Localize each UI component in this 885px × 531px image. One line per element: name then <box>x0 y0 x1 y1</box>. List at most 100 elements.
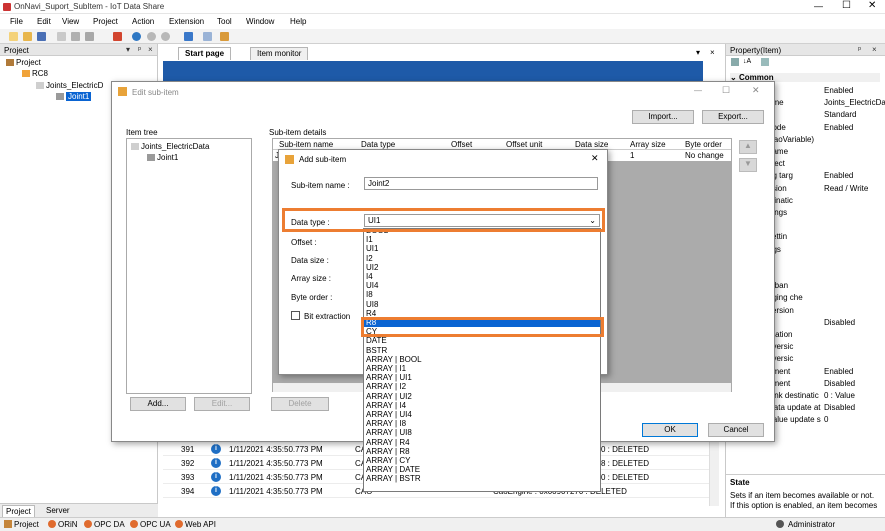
close-panel-icon[interactable]: × <box>872 45 877 54</box>
sort-az-icon[interactable]: ↓A <box>743 58 751 65</box>
data-type-option[interactable]: ARRAY | UI2 <box>364 392 600 401</box>
menu-edit[interactable]: Edit <box>37 17 51 26</box>
pin-icon[interactable]: ▾ <box>126 45 130 54</box>
status-opc-da[interactable]: OPC DA <box>94 520 125 529</box>
delete-button[interactable]: Delete <box>271 397 329 411</box>
close-button[interactable]: ✕ <box>868 0 876 11</box>
property-pages-icon[interactable] <box>761 58 769 66</box>
menu-file[interactable]: File <box>10 17 23 26</box>
tab-close-icon[interactable]: × <box>710 48 715 57</box>
pause-icon[interactable] <box>147 32 156 41</box>
property-name[interactable]: Link destinatic <box>768 391 819 400</box>
data-type-option[interactable]: ARRAY | R8 <box>364 447 600 456</box>
status-orin[interactable]: ORiN <box>58 520 78 529</box>
property-value[interactable]: Joints_ElectricData(Jo <box>824 98 885 107</box>
property-value[interactable]: 0 : Value <box>824 391 855 400</box>
log-scrollbar[interactable] <box>709 442 719 506</box>
data-type-option[interactable]: ARRAY | UI8 <box>364 428 600 437</box>
tab-server[interactable]: Server <box>46 506 70 515</box>
property-name[interactable]: Data update at <box>768 403 820 412</box>
chat-icon[interactable] <box>203 32 212 41</box>
data-type-option[interactable]: ARRAY | UI4 <box>364 410 600 419</box>
new-icon[interactable] <box>9 32 18 41</box>
move-down-button[interactable]: ▼ <box>739 158 757 172</box>
subitem-name-input[interactable]: Joint2 <box>364 177 598 190</box>
status-opc-ua[interactable]: OPC UA <box>140 520 171 529</box>
tab-start-page[interactable]: Start page <box>178 47 232 60</box>
toolbox-icon[interactable] <box>113 32 122 41</box>
close-panel-icon[interactable]: × <box>148 45 153 54</box>
play-icon[interactable] <box>132 32 141 41</box>
tab-dropdown-icon[interactable]: ▾ <box>696 48 700 57</box>
property-name[interactable]: Value update s <box>768 415 821 424</box>
data-type-option[interactable]: UI2 <box>364 263 600 272</box>
data-type-option[interactable]: ARRAY | I4 <box>364 401 600 410</box>
export-button[interactable]: Export... <box>702 110 764 124</box>
menu-extension[interactable]: Extension <box>169 17 204 26</box>
data-type-option[interactable]: I4 <box>364 272 600 281</box>
property-value[interactable]: Read / Write <box>824 184 868 193</box>
tab-item-monitor[interactable]: Item monitor <box>250 47 309 60</box>
ok-button[interactable]: OK <box>642 423 698 437</box>
bit-extraction-checkbox[interactable] <box>291 311 300 320</box>
tree-item-joints[interactable]: Joints_ElectricData <box>131 142 209 151</box>
tree-item-joint1[interactable]: Joint1 <box>147 153 178 162</box>
property-value[interactable]: Enabled <box>824 367 853 376</box>
tree-item-joint1[interactable]: Joint1 <box>56 92 92 101</box>
data-type-option[interactable]: ARRAY | I8 <box>364 419 600 428</box>
property-value[interactable]: Disabled <box>824 318 855 327</box>
cancel-button[interactable]: Cancel <box>708 423 764 437</box>
save-icon[interactable] <box>37 32 46 41</box>
data-type-option[interactable]: UI4 <box>364 281 600 290</box>
menu-action[interactable]: Action <box>132 17 154 26</box>
maximize-button[interactable]: ☐ <box>722 85 730 96</box>
tree-item-rc8[interactable]: RC8 <box>22 69 48 78</box>
edit-button[interactable]: Edit... <box>194 397 250 411</box>
data-type-option[interactable]: DATE <box>364 336 600 345</box>
menu-view[interactable]: View <box>62 17 79 26</box>
data-type-option[interactable]: ARRAY | R4 <box>364 438 600 447</box>
data-type-option[interactable]: BSTR <box>364 346 600 355</box>
minimize-button[interactable]: — <box>694 86 702 95</box>
property-value[interactable]: Enabled <box>824 86 853 95</box>
menu-window[interactable]: Window <box>246 17 274 26</box>
close-button[interactable]: ✕ <box>752 85 760 96</box>
pin2-icon[interactable]: ᵖ <box>138 45 141 54</box>
property-value[interactable]: Standard <box>824 110 856 119</box>
copy-icon[interactable] <box>57 32 66 41</box>
open-icon[interactable] <box>23 32 32 41</box>
data-type-option[interactable]: UI8 <box>364 300 600 309</box>
property-value[interactable]: Disabled <box>824 403 855 412</box>
pin-icon[interactable]: ᵖ <box>858 45 861 54</box>
maximize-button[interactable]: ☐ <box>842 0 851 11</box>
delete-icon[interactable] <box>85 32 94 41</box>
status-web-api[interactable]: Web API <box>185 520 216 529</box>
data-type-option[interactable]: ARRAY | I2 <box>364 382 600 391</box>
tree-item-project[interactable]: Project <box>6 58 41 67</box>
add-button[interactable]: Add... <box>130 397 186 411</box>
move-up-button[interactable]: ▲ <box>739 140 757 154</box>
data-type-option[interactable]: UI1 <box>364 244 600 253</box>
data-type-option[interactable]: ARRAY | I1 <box>364 364 600 373</box>
menu-tool[interactable]: Tool <box>217 17 232 26</box>
data-type-option[interactable]: I1 <box>364 235 600 244</box>
data-type-option[interactable]: I8 <box>364 290 600 299</box>
data-type-option[interactable]: ARRAY | DATE <box>364 465 600 474</box>
monitor-icon[interactable] <box>184 32 193 41</box>
property-value[interactable]: Enabled <box>824 123 853 132</box>
data-type-option[interactable]: ARRAY | BOOL <box>364 355 600 364</box>
property-value[interactable]: Disabled <box>824 379 855 388</box>
minimize-button[interactable]: — <box>814 1 823 11</box>
tools-icon[interactable] <box>220 32 229 41</box>
menu-help[interactable]: Help <box>290 17 306 26</box>
categorized-icon[interactable] <box>731 58 739 66</box>
data-type-option[interactable]: ARRAY | CY <box>364 456 600 465</box>
paste-icon[interactable] <box>71 32 80 41</box>
import-button[interactable]: Import... <box>632 110 694 124</box>
menu-project[interactable]: Project <box>93 17 118 26</box>
property-value[interactable]: 0 <box>824 415 828 424</box>
data-type-option[interactable]: ARRAY | UI1 <box>364 373 600 382</box>
close-button[interactable]: ✕ <box>591 153 599 164</box>
property-value[interactable]: Enabled <box>824 171 853 180</box>
status-project[interactable]: Project <box>14 520 39 529</box>
